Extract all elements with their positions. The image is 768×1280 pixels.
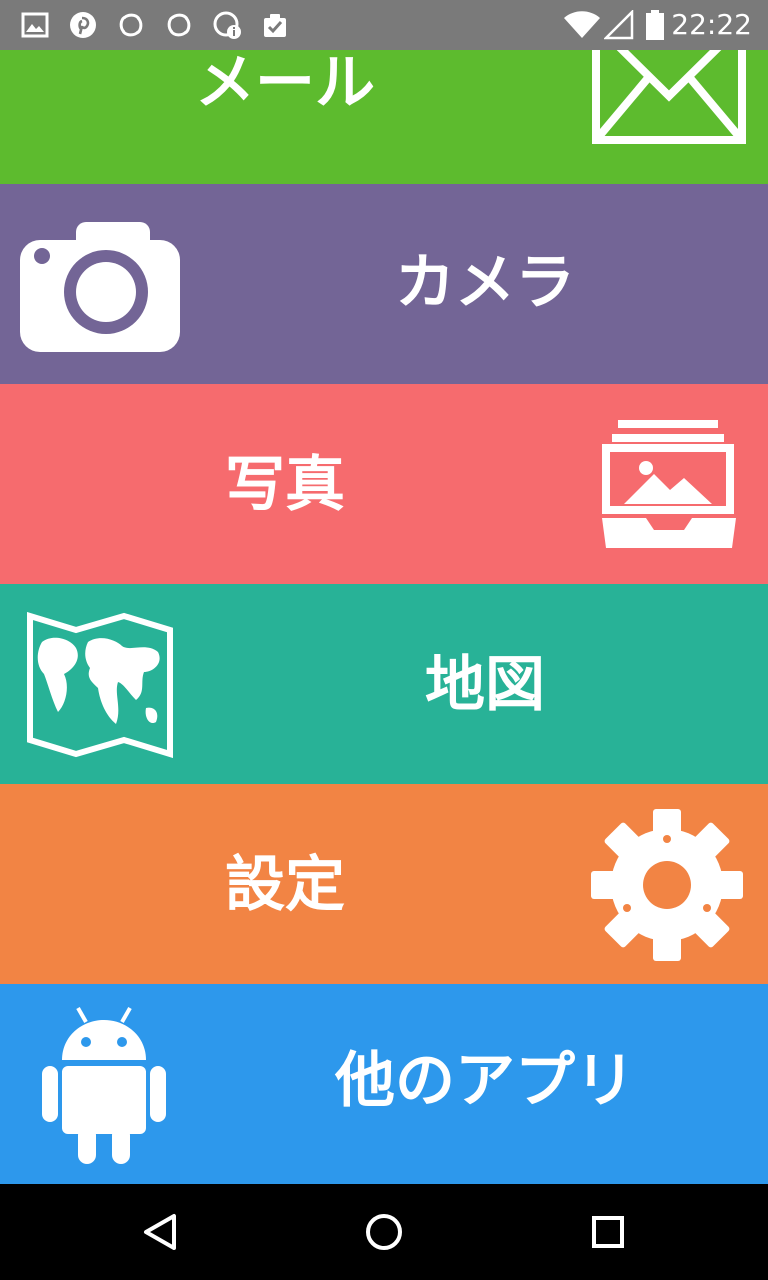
sync-icon xyxy=(164,10,194,40)
sync-icon xyxy=(116,10,146,40)
tile-camera-label: カメラ xyxy=(395,248,575,318)
tile-photo-label: 写真 xyxy=(225,450,345,520)
status-time: 22:22 xyxy=(671,8,752,41)
tile-map[interactable]: 地図 xyxy=(0,584,768,784)
battery-icon xyxy=(644,10,666,40)
world-map-icon xyxy=(26,612,174,758)
back-icon[interactable] xyxy=(140,1212,180,1252)
gear-icon xyxy=(590,808,744,962)
clipboard-check-icon xyxy=(260,10,290,40)
android-icon xyxy=(42,1006,166,1164)
camera-icon xyxy=(20,222,180,352)
recents-icon[interactable] xyxy=(588,1212,628,1252)
cell-signal-icon xyxy=(604,10,634,40)
info-icon xyxy=(212,10,242,40)
envelope-icon xyxy=(592,50,746,144)
tile-other-apps-label: 他のアプリ xyxy=(335,1046,635,1116)
wifi-icon xyxy=(562,10,602,40)
gallery-icon xyxy=(20,10,50,40)
tile-settings[interactable]: 設定 xyxy=(0,784,768,984)
tile-other-apps[interactable]: 他のアプリ xyxy=(0,984,768,1184)
status-bar: 22:22 xyxy=(0,0,768,50)
app-tiles: メール カメラ 写真 地図 設定 他のアプリ xyxy=(0,50,768,1184)
navigation-bar xyxy=(0,1184,768,1280)
home-icon[interactable] xyxy=(364,1212,404,1252)
home-screen: 22:22 メール カメラ 写真 地図 設定 他のアプリ xyxy=(0,0,768,1280)
tile-photo[interactable]: 写真 xyxy=(0,384,768,584)
tile-mail-label: メール xyxy=(195,50,375,118)
tile-settings-label: 設定 xyxy=(225,850,345,920)
tile-mail[interactable]: メール xyxy=(0,50,768,184)
pinterest-icon xyxy=(68,10,98,40)
photo-gallery-icon xyxy=(602,420,736,548)
tile-camera[interactable]: カメラ xyxy=(0,184,768,384)
tile-map-label: 地図 xyxy=(425,650,545,720)
